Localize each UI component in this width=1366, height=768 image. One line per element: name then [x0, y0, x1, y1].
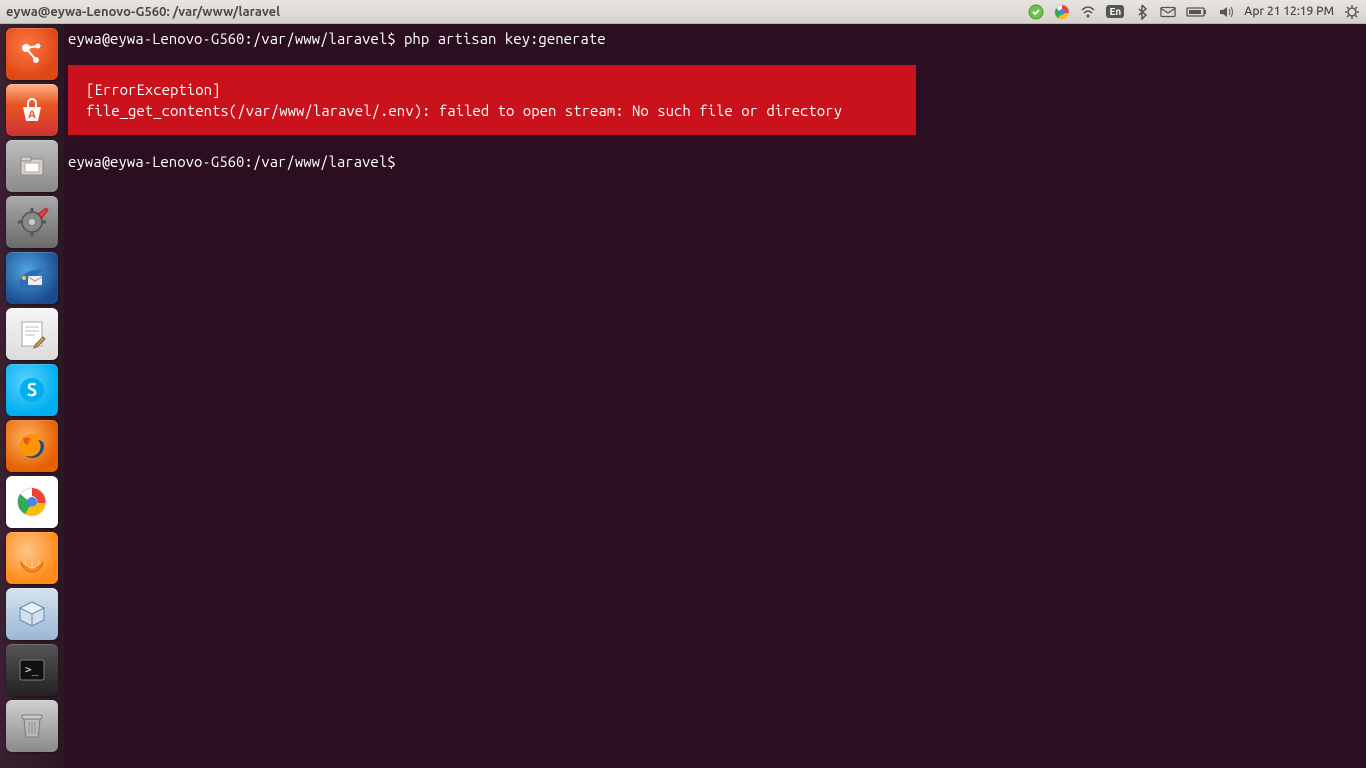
- prompt-sep: :: [244, 153, 252, 170]
- wifi-icon[interactable]: [1080, 4, 1096, 20]
- menubar-indicators: En Apr 21 12:19 PM: [1028, 4, 1360, 20]
- battery-icon[interactable]: [1186, 4, 1208, 20]
- svg-text:S: S: [27, 380, 37, 400]
- prompt-user: eywa@eywa-Lenovo-G560: [68, 30, 244, 47]
- prompt-sep: :: [244, 30, 252, 47]
- terminal-window[interactable]: eywa@eywa-Lenovo-G560:/var/www/laravel$ …: [64, 24, 1366, 768]
- trash-icon[interactable]: [6, 700, 58, 752]
- terminal-line-1: eywa@eywa-Lenovo-G560:/var/www/laravel$ …: [68, 28, 1362, 49]
- window-title: eywa@eywa-Lenovo-G560: /var/www/laravel: [6, 5, 280, 19]
- virtualbox-icon[interactable]: [6, 588, 58, 640]
- clock[interactable]: Apr 21 12:19 PM: [1244, 5, 1334, 18]
- mail-indicator-icon[interactable]: [1160, 4, 1176, 20]
- prompt-dollar: $: [387, 30, 395, 47]
- prompt-path: /var/www/laravel: [253, 153, 387, 170]
- session-gear-icon[interactable]: [1344, 4, 1360, 20]
- error-title: [ErrorException]: [86, 81, 220, 98]
- chrome-indicator-icon[interactable]: [1054, 4, 1070, 20]
- text-editor-icon[interactable]: [6, 308, 58, 360]
- dash-home-icon[interactable]: [6, 28, 58, 80]
- bluetooth-icon[interactable]: [1134, 4, 1150, 20]
- terminal-line-2: eywa@eywa-Lenovo-G560:/var/www/laravel$: [68, 151, 1362, 172]
- update-ready-icon[interactable]: [1028, 4, 1044, 20]
- launcher: A S >_: [0, 24, 64, 768]
- error-block: [ErrorException] file_get_contents(/var/…: [68, 65, 916, 135]
- volume-icon[interactable]: [1218, 4, 1234, 20]
- prompt-dollar: $: [387, 153, 395, 170]
- chrome-icon[interactable]: [6, 476, 58, 528]
- svg-text:>_: >_: [25, 663, 39, 676]
- prompt-path: /var/www/laravel: [253, 30, 387, 47]
- clementine-icon[interactable]: [6, 532, 58, 584]
- files-icon[interactable]: [6, 140, 58, 192]
- command-text: php artisan key:generate: [404, 30, 606, 47]
- svg-text:A: A: [28, 109, 36, 121]
- thunderbird-icon[interactable]: [6, 252, 58, 304]
- keyboard-lang-indicator[interactable]: En: [1106, 5, 1124, 18]
- terminal-icon[interactable]: >_: [6, 644, 58, 696]
- menubar: eywa@eywa-Lenovo-G560: /var/www/laravel …: [0, 0, 1366, 24]
- prompt-user: eywa@eywa-Lenovo-G560: [68, 153, 244, 170]
- error-body: file_get_contents(/var/www/laravel/.env)…: [86, 102, 842, 119]
- settings-icon[interactable]: [6, 196, 58, 248]
- software-center-icon[interactable]: A: [6, 84, 58, 136]
- skype-icon[interactable]: S: [6, 364, 58, 416]
- firefox-icon[interactable]: [6, 420, 58, 472]
